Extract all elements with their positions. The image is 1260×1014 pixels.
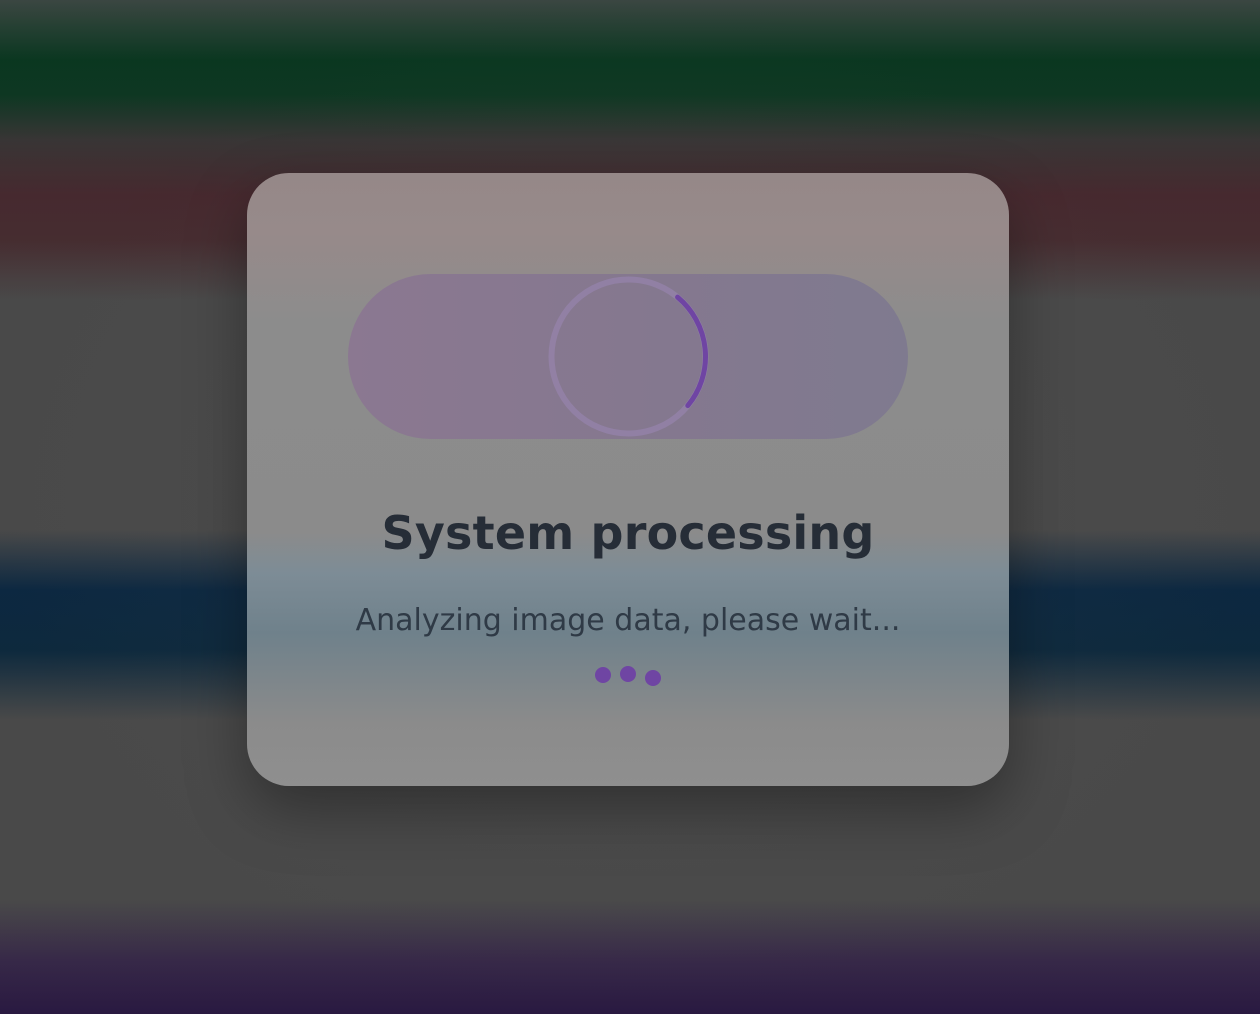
progress-track xyxy=(348,274,908,439)
dot-3 xyxy=(645,670,661,686)
processing-dialog: System processing Analyzing image data, … xyxy=(247,173,1009,786)
typing-dots-icon xyxy=(587,663,677,693)
loading-spinner-icon xyxy=(548,276,709,437)
dialog-title: System processing xyxy=(381,506,875,560)
dialog-message: Analyzing image data, please wait... xyxy=(355,603,901,638)
dot-1 xyxy=(595,667,611,683)
dot-2 xyxy=(620,666,636,682)
